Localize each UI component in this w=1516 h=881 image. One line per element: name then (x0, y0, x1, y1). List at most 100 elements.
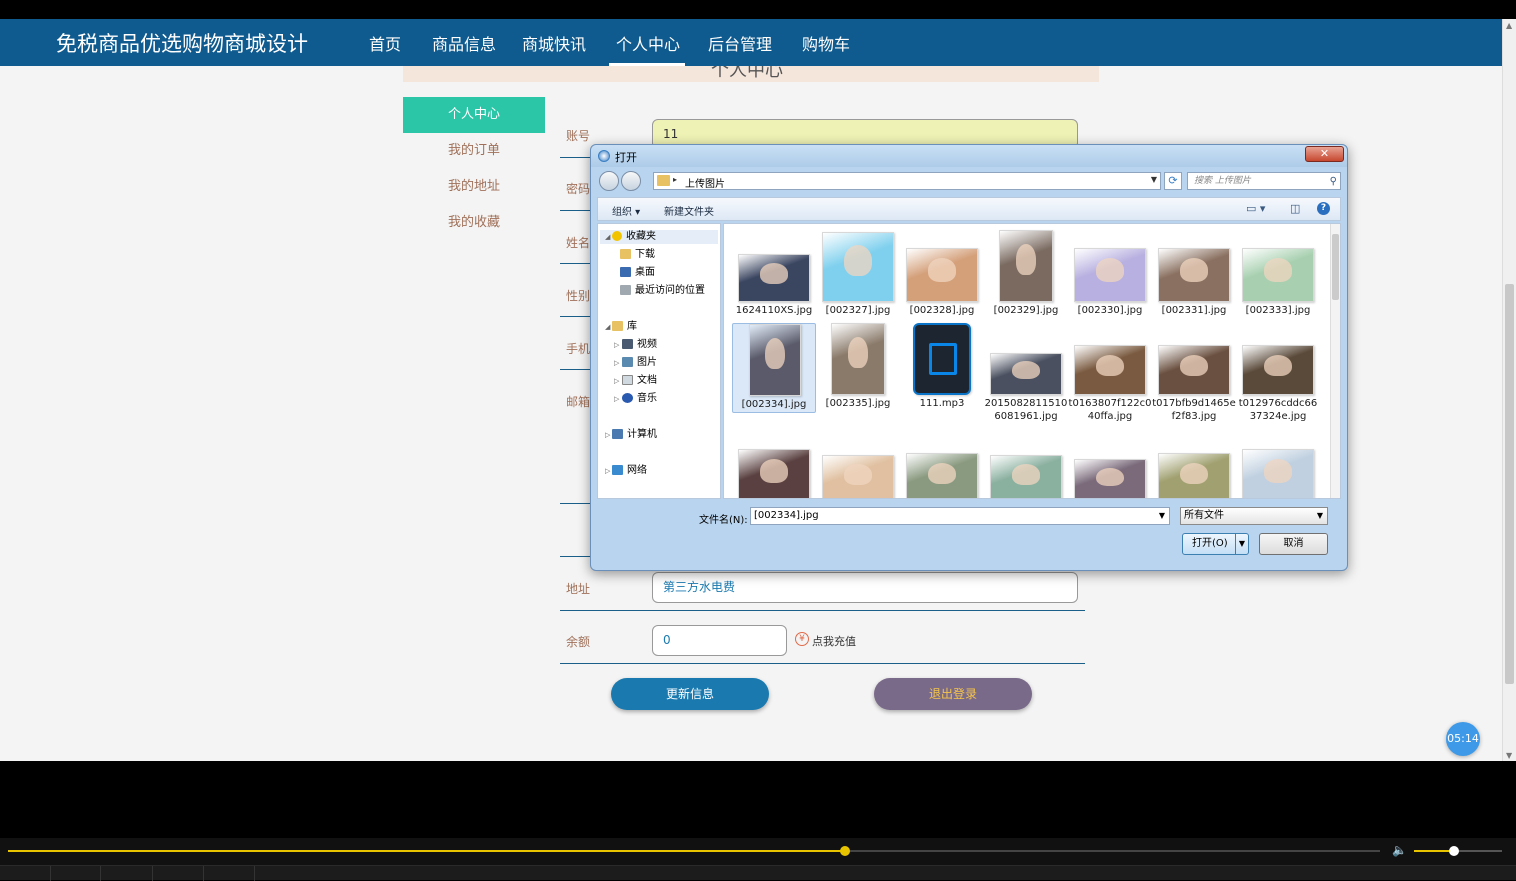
recharge-icon[interactable]: ¥ (795, 632, 809, 646)
collapse-arrow-icon[interactable]: ▷ (614, 341, 619, 349)
side-item-addresses[interactable]: 我的地址 (403, 169, 545, 205)
cancel-button[interactable]: 取消 (1259, 533, 1328, 555)
expand-arrow-icon[interactable]: ◢ (605, 323, 610, 331)
new-folder-button[interactable]: 新建文件夹 (664, 203, 714, 218)
preview-pane-icon[interactable]: ◫ (1290, 202, 1300, 215)
progress-bar[interactable] (8, 846, 1380, 856)
scroll-up-icon[interactable]: ▲ (1506, 21, 1512, 30)
tree-pictures[interactable]: 图片 (622, 356, 657, 370)
side-item-favorites[interactable]: 我的收藏 (403, 205, 545, 241)
search-icon[interactable]: ⚲ (1330, 174, 1337, 190)
file-item[interactable]: 刘诗诗.png (1152, 431, 1236, 498)
close-icon[interactable]: ✕ (1305, 146, 1344, 162)
volume-icon[interactable]: 🔈 (1392, 843, 1407, 857)
collapse-arrow-icon[interactable]: ▷ (605, 431, 610, 439)
file-item[interactable]: 20150828115106081961.jpg (984, 323, 1068, 422)
chevron-down-icon[interactable]: ▼ (1317, 508, 1323, 524)
nav-user-center[interactable]: 个人中心 (616, 31, 680, 55)
volume-slider[interactable] (1414, 846, 1502, 856)
file-list-scrollbar[interactable] (1330, 224, 1340, 498)
image-thumbnail (1158, 453, 1230, 498)
filetype-select[interactable]: 所有文件 ▼ (1180, 507, 1328, 525)
open-button[interactable]: 打开(O) ▼ (1182, 533, 1249, 555)
star-icon (612, 231, 622, 241)
image-thumbnail (738, 254, 810, 302)
address-bar[interactable]: ▸ 上传图片 ▼ (653, 172, 1161, 190)
file-name: [002334].jpg (741, 399, 807, 410)
logout-button[interactable]: 退出登录 (874, 678, 1032, 710)
chevron-down-icon[interactable]: ▼ (1159, 508, 1165, 524)
tree-music[interactable]: 音乐 (622, 392, 657, 406)
file-item[interactable]: [002334].jpg (732, 323, 816, 413)
collapse-arrow-icon[interactable]: ▷ (614, 377, 619, 385)
nav-home[interactable]: 首页 (369, 31, 401, 55)
file-item[interactable]: [002333].jpg (1236, 230, 1320, 320)
scroll-down-icon[interactable]: ▼ (1506, 751, 1512, 760)
volume-handle[interactable] (1448, 846, 1459, 856)
file-item[interactable]: 1624110XS.jpg (732, 230, 816, 320)
chevron-down-icon[interactable]: ▼ (1151, 175, 1157, 184)
file-item[interactable]: [002330].jpg (1068, 230, 1152, 320)
file-item[interactable]: t0163807f122c040ffa.jpg (1068, 323, 1152, 422)
collapse-arrow-icon[interactable]: ▷ (605, 467, 610, 475)
file-item[interactable]: timg.png (816, 431, 900, 498)
file-item[interactable]: 景甜.png (1068, 431, 1152, 498)
tree-desktop[interactable]: 桌面 (620, 266, 655, 280)
scrollbar-thumb[interactable] (1505, 284, 1514, 684)
file-item[interactable]: 刘亦菲2.png (1236, 431, 1320, 498)
forward-icon[interactable] (621, 171, 641, 191)
nav-cart[interactable]: 购物车 (802, 31, 850, 55)
site-brand[interactable]: 免税商品优选购物商城设计 (56, 28, 308, 58)
file-item[interactable]: [002327].jpg (816, 230, 900, 320)
recharge-link[interactable]: 点我充值 (812, 633, 856, 649)
tree-videos[interactable]: 视频 (622, 338, 657, 352)
back-icon[interactable] (599, 171, 619, 191)
refresh-icon[interactable]: ⟳ (1164, 172, 1182, 190)
view-options-icon[interactable]: ▭ ▾ (1246, 202, 1265, 215)
expand-arrow-icon[interactable]: ◢ (605, 233, 610, 241)
nav-news[interactable]: 商城快讯 (522, 31, 586, 55)
breadcrumb-arrow-icon[interactable]: ▸ (673, 175, 677, 184)
progress-handle[interactable] (839, 846, 850, 856)
tree-libraries[interactable]: 库 (612, 320, 637, 334)
page-scrollbar[interactable]: ▲ ▼ (1502, 19, 1516, 761)
breadcrumb[interactable]: 上传图片 (685, 175, 725, 190)
tree-documents[interactable]: 文档 (622, 374, 657, 388)
nav-products[interactable]: 商品信息 (432, 31, 496, 55)
collapse-arrow-icon[interactable]: ▷ (614, 395, 619, 403)
tree-favorites[interactable]: 收藏夹 (600, 230, 718, 244)
nav-admin[interactable]: 后台管理 (708, 31, 772, 55)
file-item[interactable]: 111.mp3 (900, 323, 984, 413)
search-input[interactable]: 搜索 上传图片 ⚲ (1187, 172, 1341, 190)
collapse-arrow-icon[interactable]: ▷ (614, 359, 619, 367)
organize-button[interactable]: 组织 ▾ (612, 203, 640, 218)
balance-field[interactable]: 0 (652, 625, 787, 656)
dialog-titlebar[interactable]: 打开 ✕ (591, 145, 1347, 167)
open-options-chevron-icon[interactable]: ▼ (1235, 534, 1248, 554)
update-info-button[interactable]: 更新信息 (611, 678, 769, 710)
tree-network[interactable]: 网络 (612, 464, 647, 478)
side-menu: 个人中心 我的订单 我的地址 我的收藏 (403, 97, 545, 241)
file-item[interactable]: [002331].jpg (1152, 230, 1236, 320)
side-item-user-center[interactable]: 个人中心 (403, 97, 545, 133)
address-field[interactable]: 第三方水电费 (652, 572, 1078, 603)
side-item-orders[interactable]: 我的订单 (403, 133, 545, 169)
file-item[interactable]: [002335].jpg (816, 323, 900, 413)
navigation-pane: 收藏夹 ◢ 下载 桌面 最近访问的位置 ◢ 库 ▷ 视频 ▷ 图片 ▷ 文档 ▷… (597, 223, 721, 499)
tree-recent[interactable]: 最近访问的位置 (620, 284, 705, 298)
help-icon[interactable]: ? (1317, 202, 1330, 215)
tree-downloads[interactable]: 下载 (620, 248, 655, 262)
file-item[interactable]: [002329].jpg (984, 230, 1068, 320)
section-title: 个人中心 (711, 66, 783, 81)
clock-badge[interactable]: 05:14 (1446, 722, 1480, 756)
file-item[interactable]: W02013090246 (900, 431, 984, 498)
file-item[interactable]: timg (4).png (732, 431, 816, 498)
scrollbar-thumb[interactable] (1332, 234, 1339, 300)
filename-input[interactable]: [002334].jpg ▼ (750, 507, 1170, 525)
file-item[interactable]: [002328].jpg (900, 230, 984, 320)
tree-computer[interactable]: 计算机 (612, 428, 657, 442)
file-item[interactable]: t017bfb9d1465ef2f83.jpg (1152, 323, 1236, 422)
file-item[interactable]: 董圣依.png (984, 431, 1068, 498)
file-item[interactable]: t012976cddc6637324e.jpg (1236, 323, 1320, 422)
tree-label: 音乐 (637, 393, 657, 404)
